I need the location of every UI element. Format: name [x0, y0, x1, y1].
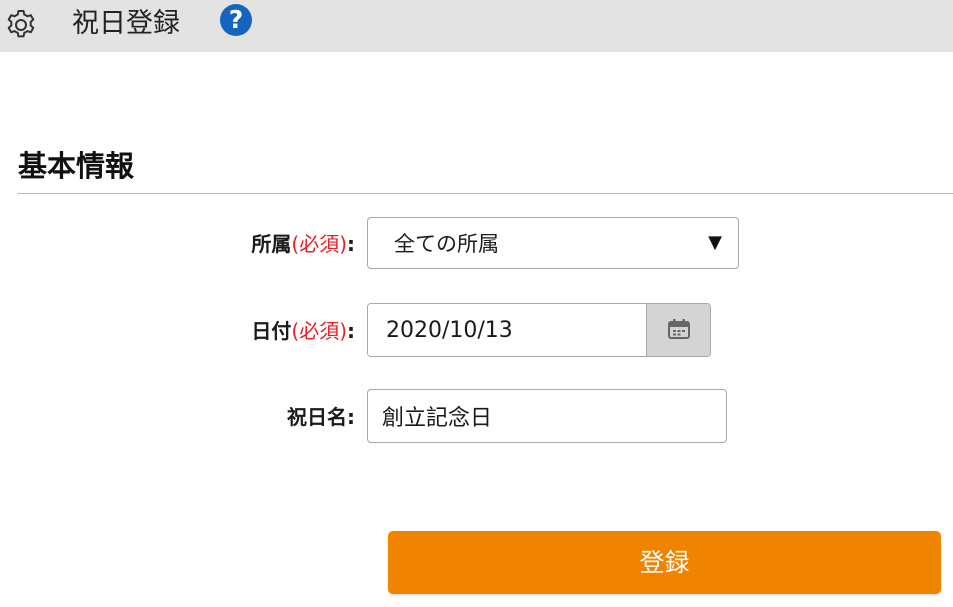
app-header: 祝日登録 ?	[0, 0, 953, 52]
holiday-name-input[interactable]	[367, 389, 727, 443]
page-title: 祝日登録	[72, 8, 180, 39]
affiliation-select[interactable]: 全ての所属 ▼	[367, 217, 739, 269]
label-colon: :	[347, 319, 355, 343]
dropdown-arrow-icon: ▼	[708, 232, 722, 253]
section-title: 基本情報	[18, 149, 135, 183]
date-input[interactable]	[368, 304, 646, 356]
required-marker: (必須)	[291, 232, 347, 256]
calendar-button[interactable]	[646, 304, 710, 356]
register-button[interactable]: 登録	[388, 531, 941, 594]
gear-icon[interactable]	[4, 8, 38, 42]
affiliation-label-text: 所属	[251, 232, 292, 256]
label-colon: :	[347, 232, 355, 256]
affiliation-label: 所属(必須):	[251, 230, 355, 258]
date-label: 日付(必須):	[251, 317, 355, 345]
date-field	[367, 303, 711, 357]
date-label-text: 日付	[251, 319, 292, 343]
help-icon[interactable]: ?	[220, 4, 252, 36]
holiday-name-label: 祝日名:	[287, 403, 355, 431]
holiday-name-label-text: 祝日名	[287, 405, 347, 429]
required-marker: (必須)	[291, 319, 347, 343]
label-colon: :	[347, 405, 355, 429]
affiliation-select-value: 全ての所属	[394, 232, 499, 256]
section-divider	[18, 193, 953, 194]
calendar-icon	[668, 319, 690, 339]
